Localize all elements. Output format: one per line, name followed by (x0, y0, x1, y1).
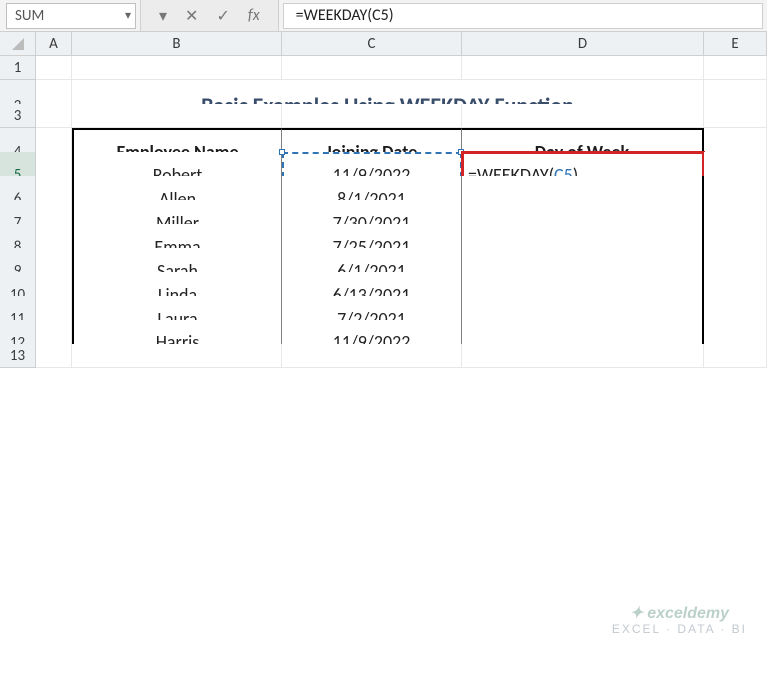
watermark-logo: ✦ exceldemy (612, 605, 747, 623)
cell-B1[interactable] (72, 56, 282, 80)
watermark-brand: exceldemy (647, 605, 729, 623)
cell-A1[interactable] (36, 56, 72, 80)
name-box[interactable]: SUM ▾ (6, 3, 136, 29)
col-header-B[interactable]: B (72, 32, 282, 56)
cell-A3[interactable] (36, 104, 72, 128)
spreadsheet-grid: A B C D E 1 2 Basic Examples Using WEEKD… (0, 32, 767, 368)
cancel-icon[interactable]: ✕ (185, 6, 198, 26)
cell-D3[interactable] (462, 104, 704, 128)
col-header-D[interactable]: D (462, 32, 704, 56)
cell-E13[interactable] (704, 344, 767, 368)
ref-handle-icon (279, 149, 285, 155)
select-all-corner[interactable] (0, 32, 36, 56)
row-header-3[interactable]: 3 (0, 104, 36, 128)
cell-C1[interactable] (282, 56, 462, 80)
cell-B3[interactable] (72, 104, 282, 128)
cell-C13[interactable] (282, 344, 462, 368)
formula-bar-controls: ▾ ✕ ✓ fx (140, 0, 279, 31)
fx-icon[interactable]: fx (248, 6, 260, 25)
chevron-down-icon[interactable]: ▾ (125, 8, 131, 23)
cell-E1[interactable] (704, 56, 767, 80)
cell-D1[interactable] (462, 56, 704, 80)
cell-C3[interactable] (282, 104, 462, 128)
cell-E3[interactable] (704, 104, 767, 128)
col-header-C[interactable]: C (282, 32, 462, 56)
formula-input[interactable]: =WEEKDAY(C5) (283, 3, 763, 29)
cell-D13[interactable] (462, 344, 704, 368)
watermark-star-icon: ✦ (630, 605, 643, 623)
watermark: ✦ exceldemy EXCEL · DATA · BI (612, 605, 747, 636)
cell-A13[interactable] (36, 344, 72, 368)
row-header-13[interactable]: 13 (0, 344, 36, 368)
formula-bar: SUM ▾ ▾ ✕ ✓ fx =WEEKDAY(C5) (0, 0, 767, 32)
formula-input-text: =WEEKDAY(C5) (296, 6, 394, 25)
col-header-E[interactable]: E (704, 32, 767, 56)
name-box-value: SUM (15, 7, 44, 25)
dropdown-icon[interactable]: ▾ (159, 6, 167, 26)
col-header-A[interactable]: A (36, 32, 72, 56)
watermark-tagline: EXCEL · DATA · BI (612, 623, 747, 636)
cell-B13[interactable] (72, 344, 282, 368)
enter-icon[interactable]: ✓ (216, 6, 229, 26)
row-header-1[interactable]: 1 (0, 56, 36, 80)
